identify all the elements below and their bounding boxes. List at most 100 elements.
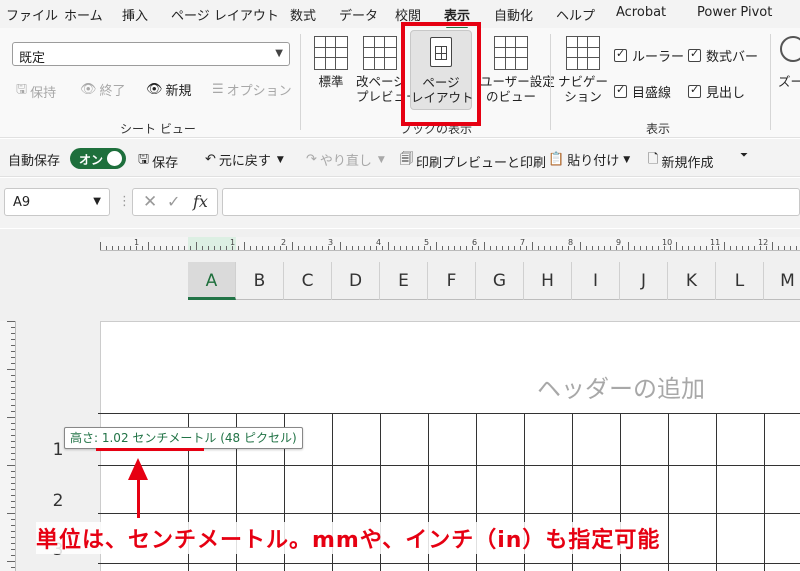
navigation-button[interactable]: ナビゲー ション	[558, 30, 608, 110]
options-button[interactable]: ☰ オプション	[212, 80, 292, 99]
ruler-tick	[11, 489, 15, 490]
annotation-text: 単位は、センチメートル。mmや、インチ（in）も指定可能	[36, 522, 661, 554]
redo-button[interactable]: ↷ やり直し ▼	[306, 150, 385, 169]
tab-power-pivot[interactable]: Power Pivot	[697, 5, 772, 20]
new-view-button[interactable]: 👁 新規	[146, 80, 192, 99]
ruler-tick	[364, 246, 365, 250]
ruler-tick	[772, 242, 773, 250]
formula-input[interactable]	[222, 188, 800, 216]
group-divider	[770, 34, 771, 130]
ruler-tick	[586, 246, 587, 250]
ruler-tick	[418, 246, 419, 250]
ruler-tick	[11, 399, 15, 400]
ruler-tick	[580, 242, 581, 250]
insert-function-icon[interactable]: fx	[193, 192, 208, 211]
new-document-button[interactable]: 🗋 新規作成	[648, 150, 713, 172]
ruler-tick	[11, 405, 15, 406]
tab-formulas[interactable]: 数式	[290, 5, 316, 24]
column-header-m[interactable]: M	[764, 262, 800, 300]
name-box[interactable]: A9 ▼	[4, 188, 110, 216]
page-break-preview-button[interactable]: 改ページ プレビュー	[356, 30, 419, 110]
chevron-down-icon: ▼	[275, 48, 283, 59]
ruler-tick	[532, 242, 533, 250]
ruler-tick	[238, 246, 239, 250]
ruler-tick	[11, 567, 15, 568]
ruler-tick	[11, 345, 15, 346]
column-header-l[interactable]: L	[716, 262, 764, 300]
ruler-tick	[496, 246, 497, 250]
ruler-tick	[274, 246, 275, 250]
gridlines-checkbox[interactable]: 目盛線	[614, 82, 671, 101]
sheet-view-select[interactable]: 既定 ▼	[12, 42, 290, 66]
column-header-h[interactable]: H	[524, 262, 572, 300]
qat-save-button[interactable]: 🖫 保存	[138, 150, 178, 172]
ruler-tick	[292, 242, 293, 250]
show-group-label: 表示	[646, 122, 671, 136]
tab-data[interactable]: データ	[339, 5, 378, 24]
ruler-tick	[7, 417, 15, 418]
ruler-tick	[610, 246, 611, 250]
ruler-tick	[388, 242, 389, 250]
autosave-toggle-label: オン	[79, 153, 104, 167]
ruler-tick	[11, 495, 15, 496]
annotation-arrow-shaft	[137, 478, 140, 518]
ruler-checkbox[interactable]: ルーラー	[614, 46, 684, 65]
row-header-2[interactable]: 2	[16, 491, 100, 511]
ruler-tick	[562, 246, 563, 250]
ruler-tick	[430, 246, 431, 250]
paste-button[interactable]: 📋 貼り付け ▼	[548, 150, 630, 169]
ruler-tick	[11, 423, 15, 424]
autosave-toggle[interactable]: オン	[70, 148, 126, 169]
ruler-tick	[316, 246, 317, 250]
tab-help[interactable]: ヘルプ	[556, 5, 595, 24]
ruler-tick	[11, 507, 15, 508]
ruler-tick	[490, 246, 491, 250]
column-header-b[interactable]: B	[236, 262, 284, 300]
cancel-icon[interactable]: ✕	[143, 192, 157, 212]
ruler-tick	[100, 242, 101, 250]
ruler-number: 7	[520, 238, 526, 247]
keep-button[interactable]: 🖫 保持	[16, 80, 56, 102]
column-header-d[interactable]: D	[332, 262, 380, 300]
column-header-f[interactable]: F	[428, 262, 476, 300]
tab-home[interactable]: ホーム	[64, 5, 103, 24]
custom-views-button[interactable]: ユーザー設定 のビュー	[480, 30, 555, 110]
row-height-tooltip: 高さ: 1.02 センチメートル (48 ピクセル)	[64, 427, 303, 449]
ruler-tick	[460, 246, 461, 250]
tab-page-layout[interactable]: ページ レイアウト	[171, 5, 279, 24]
ruler-tick	[11, 339, 15, 340]
column-header-e[interactable]: E	[380, 262, 428, 300]
exit-button[interactable]: 👁 終了	[80, 80, 126, 99]
ruler-number: 6	[472, 238, 478, 247]
tab-insert[interactable]: 挿入	[122, 5, 148, 24]
headings-checkbox[interactable]: 見出し	[688, 82, 745, 101]
tab-automate[interactable]: 自動化	[494, 5, 533, 24]
column-header-c[interactable]: C	[284, 262, 332, 300]
zoom-button[interactable]: ズー	[778, 30, 800, 110]
enter-check-icon[interactable]: ✓	[167, 192, 180, 211]
name-box-value: A9	[13, 195, 31, 210]
column-header-j[interactable]: J	[620, 262, 668, 300]
customize-qat-icon[interactable]: ⏷	[740, 150, 748, 161]
row-gridline	[98, 513, 800, 514]
column-header-i[interactable]: I	[572, 262, 620, 300]
undo-button[interactable]: ↶ 元に戻す ▼	[205, 150, 284, 169]
column-header-g[interactable]: G	[476, 262, 524, 300]
ruler-tick	[106, 246, 107, 250]
print-preview-button[interactable]: 🗐 印刷プレビューと印刷	[400, 150, 546, 172]
formula-bar-checkbox[interactable]: 数式バー	[688, 46, 758, 65]
ruler-tick	[11, 447, 15, 448]
ruler-tick	[11, 459, 15, 460]
normal-view-button[interactable]: 標準	[310, 30, 352, 110]
tab-file[interactable]: ファイル	[6, 5, 58, 24]
chevron-down-icon: ▼	[377, 154, 385, 165]
header-placeholder[interactable]: ヘッダーの追加	[537, 369, 705, 404]
column-header-k[interactable]: K	[668, 262, 716, 300]
page-break-label-1: 改ページ	[356, 74, 406, 89]
print-preview-label: 印刷プレビューと印刷	[416, 155, 547, 171]
ruler-tick	[268, 246, 269, 250]
ruler-number: 11	[710, 238, 721, 247]
tab-acrobat[interactable]: Acrobat	[616, 5, 666, 20]
formula-bar: A9 ▼ ⋮ ✕ ✓ fx	[0, 178, 800, 228]
column-header-a[interactable]: A	[188, 262, 236, 300]
